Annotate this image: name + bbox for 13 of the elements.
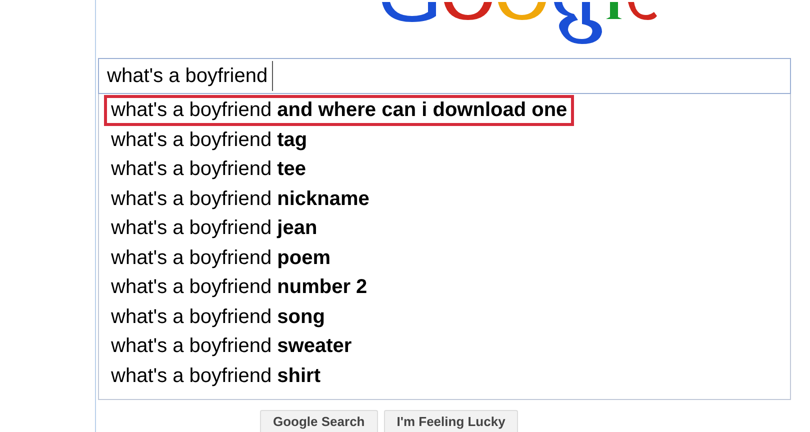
- suggestion-item[interactable]: what's a boyfriend and where can i download one: [104, 94, 574, 126]
- search-button[interactable]: Google Search: [260, 410, 378, 432]
- suggestion-item[interactable]: what's a boyfriend tag: [104, 126, 314, 155]
- suggestion-item[interactable]: what's a boyfriend shirt: [104, 362, 328, 391]
- suggestion-item[interactable]: what's a boyfriend sweater: [104, 332, 359, 362]
- suggestion-item[interactable]: what's a boyfriend number 2: [104, 273, 374, 302]
- suggestion-item[interactable]: what's a boyfriend nickname: [104, 184, 376, 214]
- search-button[interactable]: I'm Feeling Lucky: [384, 410, 518, 432]
- suggestion-item[interactable]: what's a boyfriend poem: [104, 244, 338, 273]
- suggestion-item[interactable]: what's a boyfriend tee: [104, 155, 314, 184]
- suggestion-item[interactable]: what's a boyfriend jean: [104, 214, 324, 244]
- search-field[interactable]: what's a boyfriend: [98, 58, 791, 94]
- suggestion-item[interactable]: what's a boyfriend song: [104, 302, 332, 332]
